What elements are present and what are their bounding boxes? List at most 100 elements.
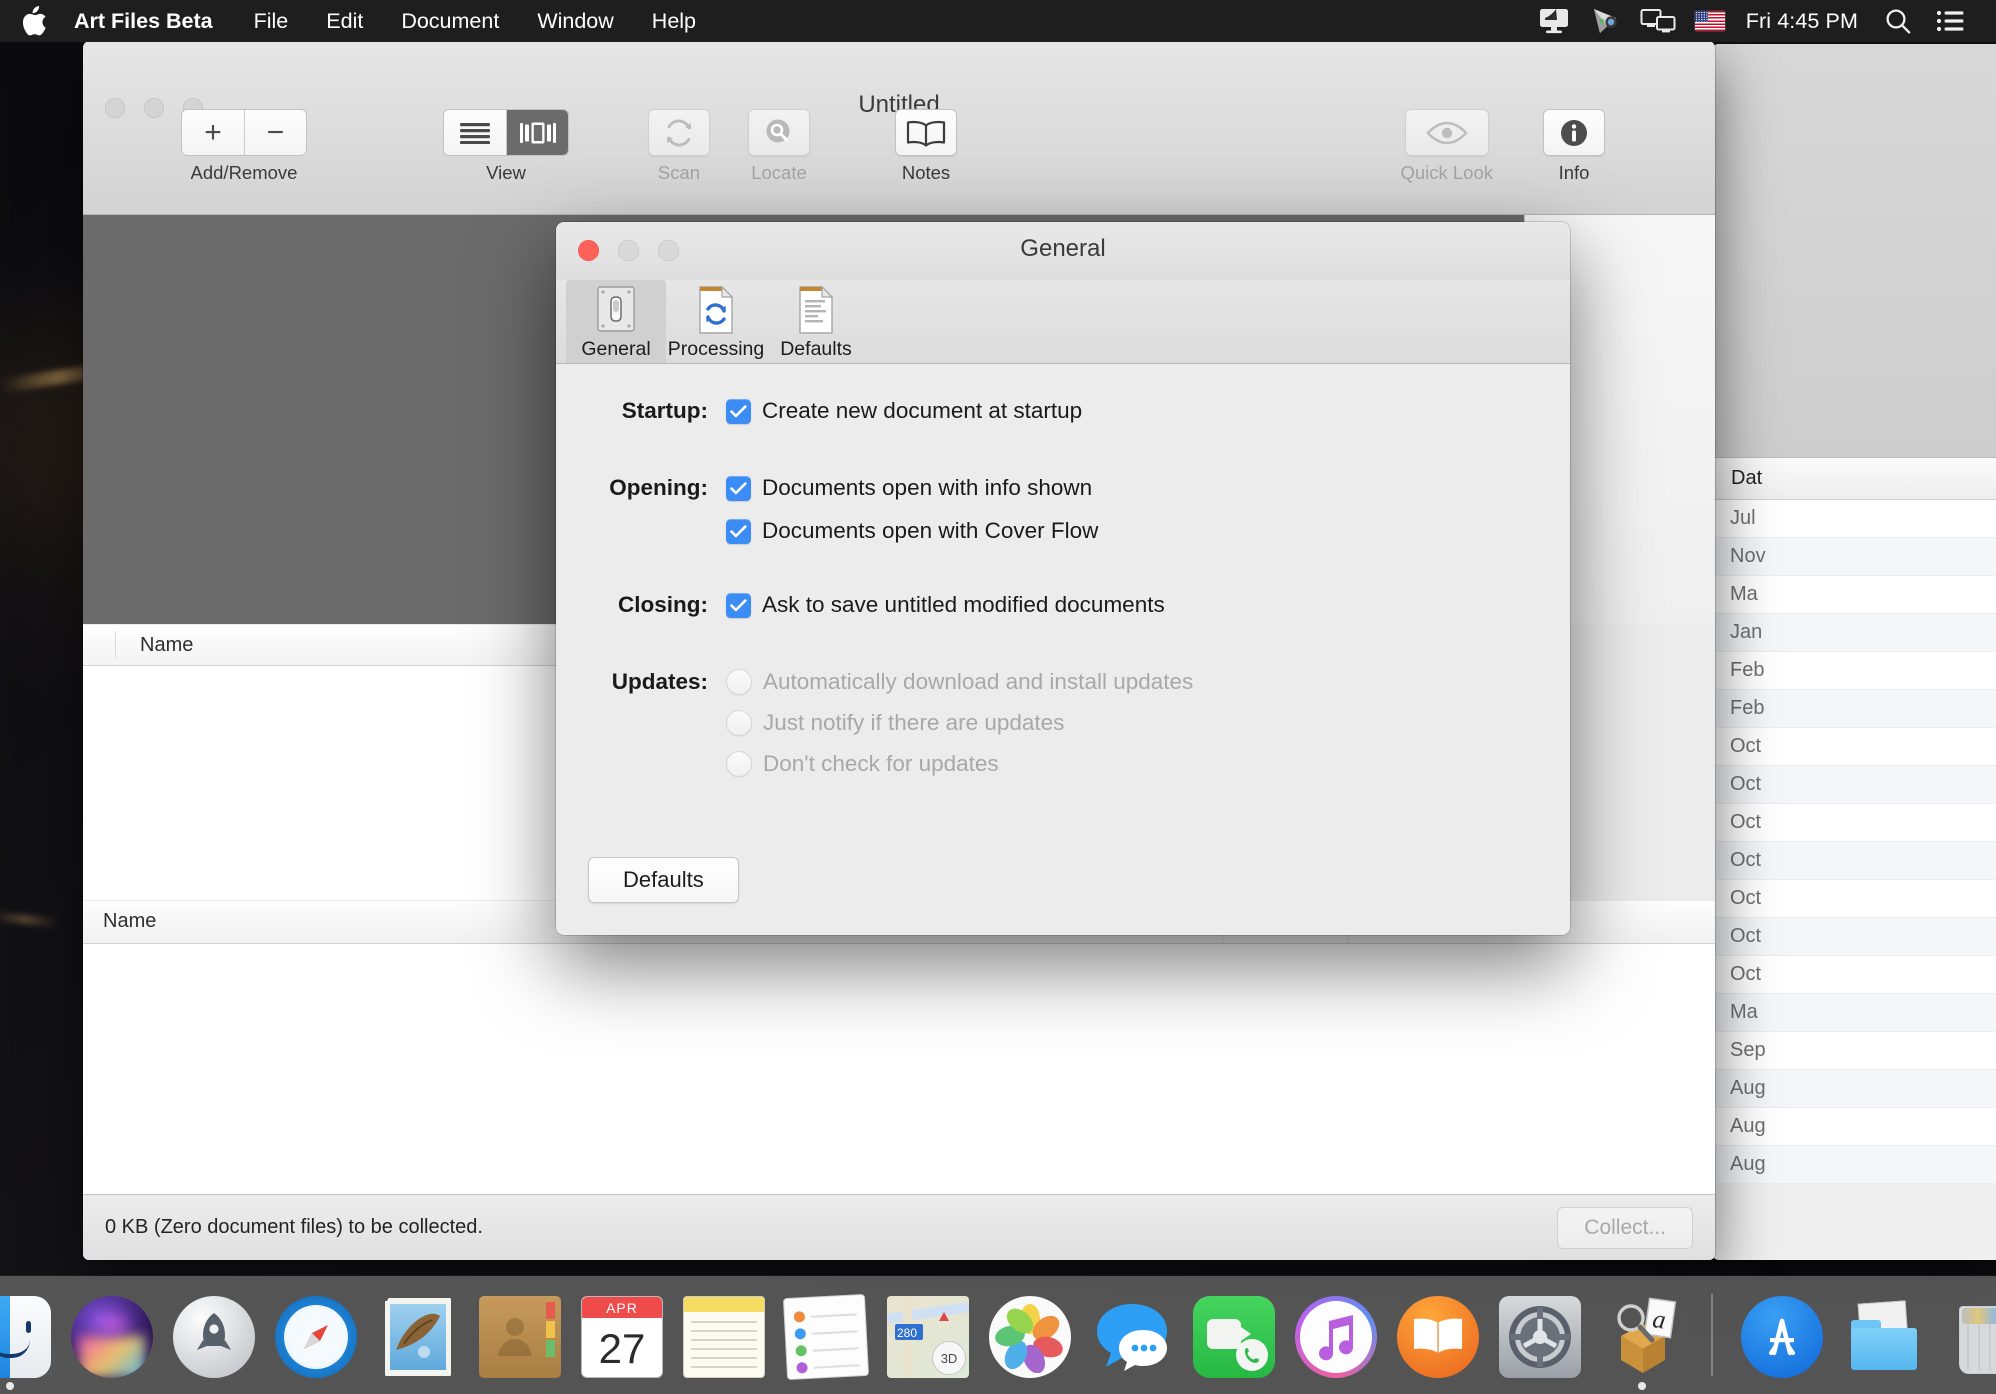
pref-option-open-with-cover-flow[interactable]: Documents open with Cover Flow — [726, 518, 1098, 544]
background-window-row[interactable]: Aug — [1712, 1146, 1996, 1184]
menu-item-art-files-beta[interactable]: Art Files Beta — [74, 0, 235, 42]
background-window-row[interactable]: Oct — [1712, 728, 1996, 766]
dock[interactable]: APR 27 — [0, 1276, 1996, 1394]
background-window-row[interactable]: Feb — [1712, 652, 1996, 690]
prefs-titlebar[interactable]: General — [556, 222, 1570, 280]
dock-item-siri[interactable] — [69, 1294, 155, 1390]
background-window-row[interactable]: Aug — [1712, 1108, 1996, 1146]
background-window-row[interactable]: Sep — [1712, 1032, 1996, 1070]
menu-item-file[interactable]: File — [235, 0, 308, 42]
dock-item-messages[interactable] — [1089, 1294, 1175, 1390]
scan-refresh-icon[interactable] — [648, 109, 710, 156]
file-list-column-name[interactable]: Name — [115, 631, 193, 659]
toolbar-notes[interactable]: Notes — [895, 109, 957, 184]
menu-item-window[interactable]: Window — [518, 0, 632, 42]
background-window-row[interactable]: Oct — [1712, 956, 1996, 994]
pref-option-auto-download-updates[interactable]: Automatically download and install updat… — [726, 669, 1193, 695]
dock-item-downloads-folder[interactable] — [1841, 1294, 1927, 1390]
menu-bar-items[interactable]: Art Files Beta File Edit Document Window… — [74, 0, 715, 42]
menu-bar-clock[interactable]: Fri 4:45 PM — [1736, 9, 1872, 34]
background-finder-window[interactable]: Dat JulNovMaJanFebFebOctOctOctOctOctOctO… — [1712, 44, 1996, 1260]
background-window-column-header[interactable]: Dat — [1712, 458, 1996, 500]
background-window-row[interactable]: Oct — [1712, 842, 1996, 880]
table-column-name[interactable]: Name — [103, 910, 156, 933]
dock-item-art-files-beta[interactable]: a — [1599, 1294, 1685, 1390]
dock-item-calendar[interactable]: APR 27 — [579, 1294, 665, 1390]
dock-item-system-preferences[interactable] — [1497, 1294, 1583, 1390]
dock-item-trash[interactable] — [1943, 1294, 1996, 1390]
background-window-row[interactable]: Nov — [1712, 538, 1996, 576]
view-segmented-icon[interactable] — [443, 109, 569, 156]
add-button[interactable]: + — [182, 110, 244, 155]
dock-item-reminders[interactable] — [783, 1294, 869, 1390]
dock-item-ibooks[interactable] — [1395, 1294, 1481, 1390]
background-window-row[interactable]: Oct — [1712, 880, 1996, 918]
defaults-button[interactable]: Defaults — [588, 857, 739, 903]
toolbar-scan[interactable]: Scan — [648, 109, 710, 184]
checkbox-checked-icon[interactable] — [726, 519, 751, 544]
document-table-pane[interactable]: Name Size Kind — [83, 901, 1715, 1216]
siri-icon[interactable] — [1580, 0, 1632, 42]
dock-item-photos[interactable] — [987, 1294, 1073, 1390]
airplay-display-icon[interactable] — [1528, 0, 1580, 42]
dock-item-mail[interactable] — [375, 1294, 461, 1390]
toolbar-locate[interactable]: Locate — [748, 109, 810, 184]
pref-option-dont-check[interactable]: Don't check for updates — [726, 751, 1193, 777]
cover-flow-icon[interactable] — [506, 110, 568, 155]
notes-book-icon[interactable] — [895, 109, 957, 156]
prefs-tab-bar[interactable]: General Processing — [556, 280, 1570, 364]
background-window-row[interactable]: Oct — [1712, 766, 1996, 804]
tab-processing[interactable]: Processing — [666, 279, 766, 363]
search-icon[interactable] — [1872, 0, 1924, 42]
apple-logo-icon[interactable] — [22, 6, 48, 36]
radio-unselected-icon[interactable] — [726, 669, 752, 695]
list-view-icon[interactable] — [444, 110, 506, 155]
tab-defaults[interactable]: Defaults — [766, 279, 866, 363]
background-window-row[interactable]: Jan — [1712, 614, 1996, 652]
plus-minus-icon[interactable]: + − — [181, 109, 307, 156]
eye-icon[interactable] — [1405, 109, 1489, 156]
radio-unselected-icon[interactable] — [726, 751, 752, 777]
background-window-row[interactable]: Ma — [1712, 994, 1996, 1032]
radio-unselected-icon[interactable] — [726, 710, 752, 736]
remove-button[interactable]: − — [244, 110, 306, 155]
collect-button[interactable]: Collect... — [1557, 1207, 1693, 1249]
dock-item-app-store[interactable] — [1739, 1294, 1825, 1390]
dock-item-maps[interactable]: 280 3D — [885, 1294, 971, 1390]
dock-item-itunes[interactable] — [1293, 1294, 1379, 1390]
checkbox-checked-icon[interactable] — [726, 476, 751, 501]
background-window-row[interactable]: Oct — [1712, 804, 1996, 842]
dock-item-launchpad[interactable] — [171, 1294, 257, 1390]
notification-center-icon[interactable] — [1924, 0, 1976, 42]
background-window-row[interactable]: Jul — [1712, 500, 1996, 538]
tab-general[interactable]: General — [566, 279, 666, 363]
info-circle-icon[interactable] — [1543, 109, 1605, 156]
menu-bar-status-area[interactable]: Fri 4:45 PM — [1528, 0, 1996, 42]
locate-magnifier-icon[interactable] — [748, 109, 810, 156]
checkbox-checked-icon[interactable] — [726, 399, 751, 424]
background-window-row[interactable]: Feb — [1712, 690, 1996, 728]
toolbar-quick-look[interactable]: Quick Look — [1400, 109, 1493, 184]
us-flag-icon[interactable] — [1684, 0, 1736, 42]
checkbox-checked-icon[interactable] — [726, 593, 751, 618]
dock-item-contacts[interactable] — [477, 1294, 563, 1390]
pref-option-ask-to-save[interactable]: Ask to save untitled modified documents — [726, 592, 1165, 618]
screen-mirroring-icon[interactable] — [1632, 0, 1684, 42]
general-preferences-dialog[interactable]: General General — [556, 222, 1570, 935]
pref-option-create-new-document[interactable]: Create new document at startup — [726, 398, 1082, 424]
background-window-row[interactable]: Aug — [1712, 1070, 1996, 1108]
pref-option-just-notify[interactable]: Just notify if there are updates — [726, 710, 1193, 736]
dock-item-safari[interactable] — [273, 1294, 359, 1390]
menu-item-document[interactable]: Document — [382, 0, 518, 42]
menu-item-help[interactable]: Help — [633, 0, 715, 42]
dock-item-notes[interactable] — [681, 1294, 767, 1390]
pref-option-open-with-info[interactable]: Documents open with info shown — [726, 475, 1098, 501]
dock-item-facetime[interactable] — [1191, 1294, 1277, 1390]
toolbar-add-remove[interactable]: + − Add/Remove — [181, 109, 307, 184]
menu-item-edit[interactable]: Edit — [307, 0, 382, 42]
background-window-row[interactable]: Oct — [1712, 918, 1996, 956]
toolbar-view[interactable]: View — [443, 109, 569, 184]
toolbar-info[interactable]: Info — [1543, 109, 1605, 184]
background-window-rows[interactable]: JulNovMaJanFebFebOctOctOctOctOctOctOctMa… — [1712, 500, 1996, 1184]
dock-item-finder[interactable] — [0, 1294, 53, 1390]
